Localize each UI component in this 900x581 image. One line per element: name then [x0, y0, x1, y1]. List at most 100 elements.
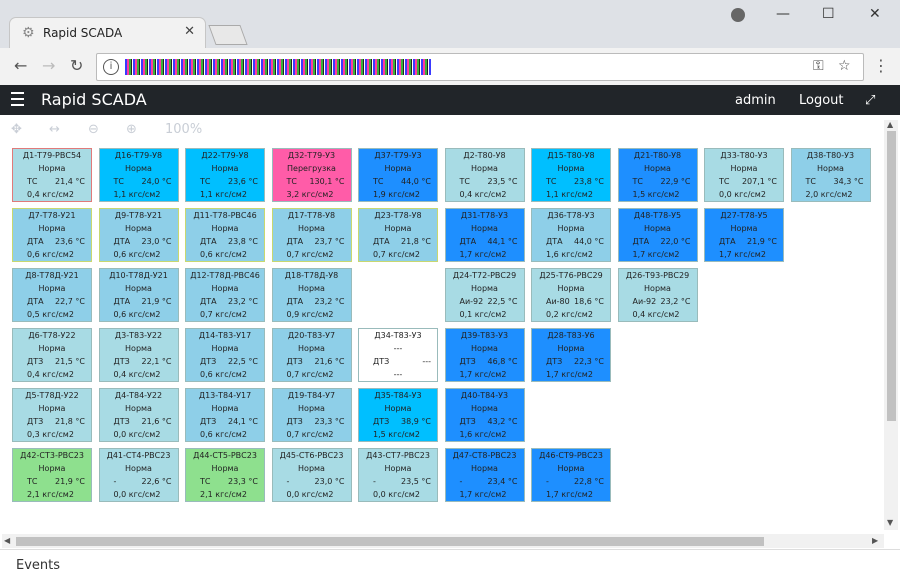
tank-card[interactable]: Д23-Т78-У8 Норма ДТА 21,8 °С 0,7 кгс/см2	[358, 208, 438, 262]
tank-card[interactable]: Д46-СТ9-РВС23 Норма - 22,8 °С 1,7 кгс/см2	[531, 448, 611, 502]
window-close-button[interactable]: ✕	[869, 6, 881, 22]
tank-card[interactable]: Д41-СТ4-РВС23 Норма - 22,6 °С 0,0 кгс/см2	[98, 448, 179, 502]
tank-product: ДТА	[286, 237, 304, 246]
address-bar[interactable]: i ⚿ ☆	[96, 53, 864, 81]
tank-card[interactable]: Д2-Т80-У8 Норма ТС 23,5 °С 0,4 кгс/см2	[444, 148, 525, 202]
info-icon[interactable]: i	[103, 59, 119, 75]
tank-temperature: 24,0 °С	[141, 177, 172, 186]
tank-title: Д48-Т78-У5	[633, 211, 682, 220]
key-icon[interactable]: ⚿	[813, 58, 824, 74]
tank-title: Д33-Т80-У3	[720, 151, 768, 160]
reload-icon[interactable]: ↻	[70, 56, 83, 75]
tank-card[interactable]: Д6-Т78-У22 Норма ДТЗ 21,5 °С 0,4 кгс/см2	[12, 328, 92, 382]
tank-card[interactable]: Д34-Т83-У3 --- ДТЗ --- ---	[358, 328, 438, 382]
tank-card[interactable]: Д8-Т78Д-У21 Норма ДТА 22,7 °С 0,5 кгс/см2	[12, 268, 92, 322]
tank-pressure: 0,5 кгс/см2	[27, 310, 74, 319]
tank-card[interactable]: Д44-СТ5-РВС23 Норма ТС 23,3 °С 2,1 кгс/см2	[185, 448, 265, 502]
tank-card[interactable]: Д10-Т78Д-У21 Норма ДТА 21,9 °С 0,6 кгс/см2	[98, 268, 179, 322]
tank-temperature: 130,1 °С	[309, 177, 345, 186]
tank-card[interactable]: Д36-Т78-У3 Норма ДТА 44,0 °С 1,6 кгс/см2	[531, 208, 611, 262]
tank-card[interactable]: Д5-Т78Д-У22 Норма ДТЗ 21,8 °С 0,3 кгс/см2	[12, 388, 92, 442]
tank-card[interactable]: Д35-Т84-У3 Норма ДТЗ 38,9 °С 1,5 кгс/см2	[358, 388, 438, 442]
tank-values-row: - 23,5 °С	[359, 475, 437, 488]
tank-card[interactable]: Д27-Т78-У5 Норма ДТА 21,9 °С 1,7 кгс/см2	[704, 208, 784, 262]
tank-card[interactable]: Д43-СТ7-РВС23 Норма - 23,5 °С 0,0 кгс/см2	[358, 448, 438, 502]
tank-card[interactable]: Д11-Т78-РВС46 Норма ДТА 23,8 °С 0,6 кгс/см2	[185, 208, 265, 262]
hamburger-menu-icon[interactable]	[11, 92, 24, 106]
scroll-right-arrow-icon[interactable]: ▶	[872, 536, 878, 545]
horizontal-scroll-thumb[interactable]	[16, 537, 764, 546]
tank-card[interactable]: Д3-Т83-У22 Норма ДТЗ 22,1 °С 0,4 кгс/см2	[98, 328, 179, 382]
tank-title: Д46-СТ9-РВС23	[539, 451, 603, 460]
tank-card[interactable]: Д26-Т93-РВС29 Норма Аи-92 23,2 °С 0,4 кгс/см…	[617, 268, 698, 322]
tank-card[interactable]: Д33-Т80-У3 Норма ТС 207,1 °С 0,0 кгс/см2	[704, 148, 784, 202]
zoom-in-icon[interactable]: ⊕	[126, 122, 137, 137]
tank-card[interactable]: Д16-Т79-У8 Норма ТС 24,0 °С 1,1 кгс/см2	[98, 148, 179, 202]
vertical-scrollbar[interactable]: ▲ ▼	[884, 120, 898, 530]
forward-arrow-icon[interactable]: →	[42, 56, 55, 75]
tank-card[interactable]: Д4-Т84-У22 Норма ДТЗ 21,6 °С 0,0 кгс/см2	[98, 388, 179, 442]
tank-card[interactable]: Д15-Т80-У8 Норма ТС 23,8 °С 1,1 кгс/см2	[531, 148, 611, 202]
tank-pressure: 0,4 кгс/см2	[27, 190, 74, 199]
tank-product: ДТЗ	[200, 357, 217, 366]
tank-card[interactable]: Д13-Т84-У17 Норма ДТЗ 24,1 °С 0,6 кгс/см2	[185, 388, 265, 442]
tank-card[interactable]: Д45-СТ6-РВС23 Норма - 23,0 °С 0,0 кгс/см2	[271, 448, 352, 502]
tank-temperature: 23,6 °С	[55, 237, 85, 246]
window-maximize-button[interactable]: ☐	[822, 6, 835, 22]
tank-card[interactable]: Д17-Т78-У8 Норма ДТА 23,7 °С 0,7 кгс/см2	[271, 208, 352, 262]
tank-title: Д41-СТ4-РВС23	[106, 451, 171, 460]
fit-width-icon[interactable]: ↔	[49, 122, 60, 137]
events-label[interactable]: Events	[16, 558, 60, 573]
account-icon[interactable]	[731, 8, 745, 22]
tank-card[interactable]: Д18-Т78Д-У8 Норма ДТА 23,2 °С 0,9 кгс/см2	[271, 268, 352, 322]
tank-card[interactable]: Д9-Т78-У21 Норма ДТА 23,0 °С 0,6 кгс/см2	[98, 208, 179, 262]
tank-card[interactable]: Д19-Т84-У7 Норма ДТЗ 23,3 °С 0,7 кгс/см2	[271, 388, 352, 442]
tank-pressure: 0,9 кгс/см2	[286, 310, 334, 319]
tank-title: Д13-Т84-У17	[198, 391, 252, 400]
logout-link[interactable]: Logout	[799, 93, 844, 108]
tank-card[interactable]: Д7-Т78-У21 Норма ДТА 23,6 °С 0,6 кгс/см2	[12, 208, 92, 262]
tank-values-row: ТС 207,1 °С	[705, 175, 783, 188]
fullscreen-icon[interactable]: ⤢	[865, 93, 875, 108]
tank-status: Норма	[125, 464, 152, 473]
browser-tab[interactable]: ⚙ Rapid SCADA ✕	[10, 18, 205, 48]
tank-card[interactable]: Д39-Т83-У3 Норма ДТЗ 46,8 °С 1,7 кгс/см2	[444, 328, 525, 382]
tank-card[interactable]: Д22-Т79-У8 Норма ТС 23,6 °С 1,1 кгс/см2	[185, 148, 265, 202]
browser-toolbar: ← → ↻ i ⚿ ☆ ⋮	[0, 48, 900, 86]
tank-card[interactable]: Д25-Т76-РВС29 Норма Аи-80 18,6 °С 0,2 кгс/см…	[531, 268, 611, 322]
scroll-left-arrow-icon[interactable]: ◀	[4, 536, 10, 545]
tank-card[interactable]: Д28-Т83-У6 Норма ДТЗ 22,3 °С 1,7 кгс/см2	[531, 328, 611, 382]
tank-card[interactable]: Д20-Т83-У7 Норма ДТЗ 21,6 °С 0,7 кгс/см2	[271, 328, 352, 382]
tank-card[interactable]: Д24-Т72-РВС29 Норма Аи-92 22,5 °С 0,1 кгс/см…	[444, 268, 525, 322]
move-icon[interactable]: ✥	[11, 122, 22, 137]
zoom-out-icon[interactable]: ⊖	[88, 122, 99, 137]
tab-close-icon[interactable]: ✕	[184, 24, 195, 39]
back-arrow-icon[interactable]: ←	[14, 56, 27, 75]
user-link[interactable]: admin	[735, 93, 776, 108]
tank-card[interactable]: Д31-Т78-У3 Норма ДТА 44,1 °С 1,7 кгс/см2	[444, 208, 525, 262]
vertical-scroll-thumb[interactable]	[887, 131, 896, 421]
scroll-down-arrow-icon[interactable]: ▼	[887, 518, 893, 527]
tank-title: Д14-Т83-У17	[198, 331, 252, 340]
tank-values-row: - 23,4 °С	[446, 475, 524, 488]
window-minimize-button[interactable]: —	[776, 6, 790, 22]
tank-card[interactable]: Д32-Т79-У3 Перегрузка ТС 130,1 °С 3,2 кгс/см…	[271, 148, 352, 202]
tank-card[interactable]: Д37-Т79-У3 Норма ТС 44,0 °С 1,9 кгс/см2	[358, 148, 438, 202]
tank-card[interactable]: Д47-СТ8-РВС23 Норма - 23,4 °С 1,7 кгс/см2	[444, 448, 525, 502]
tank-card[interactable]: Д1-Т79-РВС54 Норма ТС 21,4 °С 0,4 кгс/см2	[12, 148, 92, 202]
tank-card[interactable]: Д12-Т78Д-РВС46 Норма ДТА 23,2 °С 0,7 кгс/см2	[185, 268, 265, 322]
tank-card[interactable]: Д21-Т80-У8 Норма ТС 22,9 °С 1,5 кгс/см2	[617, 148, 698, 202]
tank-card[interactable]: Д48-Т78-У5 Норма ДТА 22,0 °С 1,7 кгс/см2	[617, 208, 698, 262]
star-icon[interactable]: ☆	[838, 58, 851, 74]
new-tab-button[interactable]	[208, 25, 248, 45]
tank-values-row: ДТА 21,8 °С	[359, 235, 437, 248]
tank-pressure: 0,0 кгс/см2	[373, 490, 420, 499]
tank-card[interactable]: Д38-Т80-У3 Норма ТС 34,3 °С 2,0 кгс/см2	[790, 148, 871, 202]
horizontal-scrollbar[interactable]: ◀ ▶	[2, 534, 884, 548]
tank-card[interactable]: Д14-Т83-У17 Норма ДТЗ 22,5 °С 0,6 кгс/см2	[185, 328, 265, 382]
tank-card[interactable]: Д42-СТ3-РВС23 Норма ТС 21,9 °С 2,1 кгс/см2	[12, 448, 92, 502]
tank-card[interactable]: Д40-Т84-У3 Норма ДТЗ 43,2 °С 1,6 кгс/см2	[444, 388, 525, 442]
scroll-up-arrow-icon[interactable]: ▲	[887, 120, 893, 129]
tank-product: ТС	[27, 177, 38, 186]
browser-menu-icon[interactable]: ⋮	[873, 56, 889, 75]
